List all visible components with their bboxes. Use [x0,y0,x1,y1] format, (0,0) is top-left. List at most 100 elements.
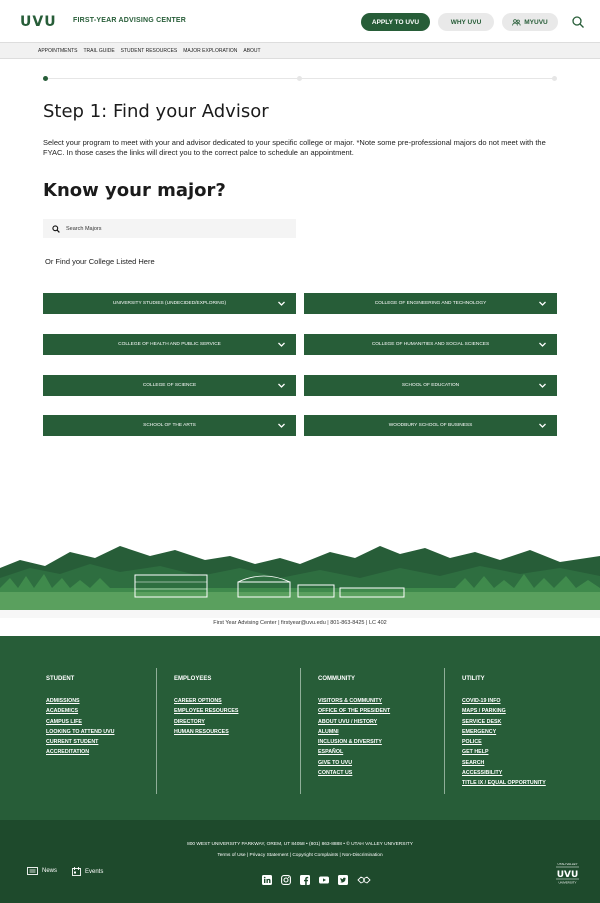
logo-bottom-text: UNIVERSITY [558,881,576,885]
footer-link[interactable]: EMERGENCY [462,727,546,737]
know-major-heading: Know your major? [43,180,226,201]
footer-link[interactable]: COVID-19 INFO [462,696,546,706]
footer-col-employees: EMPLOYEES CAREER OPTIONS EMPLOYEE RESOUR… [174,676,238,737]
user-group-icon [512,18,521,26]
search-majors[interactable] [43,219,296,238]
footer-heading: COMMUNITY [318,676,355,682]
events-link[interactable]: Events [72,867,103,876]
college-label: COLLEGE OF HEALTH AND PUBLIC SERVICE [118,342,221,347]
chevron-down-icon [539,383,546,388]
footer-link[interactable]: DIRECTORY [174,717,238,727]
college-label: SCHOOL OF THE ARTS [143,423,196,428]
footer-link[interactable]: ADMISSIONS [46,696,114,706]
events-label: Events [85,868,104,875]
linkedin-icon[interactable] [262,875,272,885]
myuvu-button[interactable]: MYUVU [502,13,558,31]
twitter-icon[interactable] [338,875,348,885]
chevron-down-icon [539,423,546,428]
step-description: Select your program to meet with your an… [43,138,546,157]
footer-link[interactable]: CAMPUS LIFE [46,717,114,727]
section-nav: APPOINTMENTS TRAIL GUIDE STUDENT RESOURC… [0,42,600,59]
news-link[interactable]: News [27,867,57,875]
footer-link[interactable]: CONTACT US [318,768,390,778]
site-name[interactable]: FIRST-YEAR ADVISING CENTER [73,17,186,24]
footer-link[interactable]: GET HELP [462,747,546,757]
footer-link[interactable]: SERVICE DESK [462,717,546,727]
college-label: SCHOOL OF EDUCATION [401,383,460,388]
progress-step-3[interactable] [552,76,557,81]
uvu-logo[interactable]: UVU [20,14,57,30]
footer-link[interactable]: GIVE TO UVU [318,758,390,768]
youtube-icon[interactable] [319,875,329,885]
logo-text: UVU [557,870,579,880]
footer-address: 800 WEST UNIVERSITY PARKWAY, OREM, UT 84… [187,842,413,847]
footer-link[interactable]: SEARCH [462,758,546,768]
school-arts[interactable]: SCHOOL OF THE ARTS [43,415,296,436]
footer-bottom: 800 WEST UNIVERSITY PARKWAY, OREM, UT 84… [0,820,600,903]
progress-step-1[interactable] [43,76,48,81]
footer-link[interactable]: ESPAÑOL [318,747,390,757]
footer-link[interactable]: LOOKING TO ATTEND UVU [46,727,114,737]
chevron-down-icon [278,383,285,388]
wolverine-icon[interactable] [357,875,371,885]
nav-student-resources[interactable]: STUDENT RESOURCES [121,48,178,54]
footer-link[interactable]: MAPS / PARKING [462,706,546,716]
search-icon [52,224,60,233]
college-label: WOODBURY SCHOOL OF BUSINESS [388,423,473,428]
logo-top-text: UTAH VALLEY [558,862,578,866]
news-label: News [42,868,58,874]
college-engineering-technology[interactable]: COLLEGE OF ENGINEERING AND TECHNOLOGY [304,293,557,314]
college-science[interactable]: COLLEGE OF SCIENCE [43,375,296,396]
footer-link[interactable]: ACADEMICS [46,706,114,716]
page-title: Step 1: Find your Advisor [43,101,269,122]
why-uvu-button[interactable]: WHY UVU [438,13,494,31]
footer-link[interactable]: TITLE IX / EQUAL OPPORTUNITY [462,778,546,788]
footer-divider [300,668,301,794]
chevron-down-icon [278,423,285,428]
footer-link[interactable]: HUMAN RESOURCES [174,727,238,737]
college-label: COLLEGE OF ENGINEERING AND TECHNOLOGY [374,301,487,306]
footer-legal-links[interactable]: Terms of Use | Privacy Statement | Copyr… [0,853,600,858]
college-university-studies[interactable]: UNIVERSITY STUDIES (UNDECIDED/EXPLORING) [43,293,296,314]
chevron-down-icon [539,301,546,306]
uvu-university-logo[interactable]: UTAH VALLEY UVU UNIVERSITY [555,861,580,885]
college-label: COLLEGE OF SCIENCE [142,383,197,388]
footer-divider [156,668,157,794]
footer-link[interactable]: VISITORS & COMMUNITY [318,696,390,706]
contact-info: First Year Advising Center | firstyear@u… [213,620,387,626]
footer-link[interactable]: ALUMNI [318,727,390,737]
nav-appointments[interactable]: APPOINTMENTS [38,48,77,54]
footer-heading: UTILITY [462,676,485,682]
footer-link[interactable]: CAREER OPTIONS [174,696,238,706]
nav-major-exploration[interactable]: MAJOR EXPLORATION [183,48,237,54]
facebook-icon[interactable] [300,875,310,885]
myuvu-label: MYUVU [524,18,548,26]
step-progress [43,76,557,81]
nav-about[interactable]: ABOUT [243,48,260,54]
footer-link[interactable]: EMPLOYEE RESOURCES [174,706,238,716]
footer-link[interactable]: ACCREDITATION [46,747,114,757]
footer-col-utility: UTILITY COVID-19 INFO MAPS / PARKING SER… [462,676,546,789]
progress-step-2[interactable] [297,76,302,81]
footer-link[interactable]: ACCESSIBILITY [462,768,546,778]
search-icon[interactable] [571,15,585,29]
school-education[interactable]: SCHOOL OF EDUCATION [304,375,557,396]
woodbury-school-business[interactable]: WOODBURY SCHOOL OF BUSINESS [304,415,557,436]
footer-link[interactable]: CURRENT STUDENT [46,737,114,747]
college-health-public-service[interactable]: COLLEGE OF HEALTH AND PUBLIC SERVICE [43,334,296,355]
apply-button[interactable]: APPLY TO UVU [361,13,430,31]
footer-heading: STUDENT [46,676,75,682]
chevron-down-icon [539,342,546,347]
college-humanities-social-sciences[interactable]: COLLEGE OF HUMANITIES AND SOCIAL SCIENCE… [304,334,557,355]
search-majors-input[interactable] [66,225,266,232]
footer-link[interactable]: POLICE [462,737,546,747]
mountain-landscape-illustration [0,546,600,618]
footer-link[interactable]: INCLUSION & DIVERSITY [318,737,390,747]
site-header: UVU FIRST-YEAR ADVISING CENTER APPLY TO … [0,0,600,42]
nav-trail-guide[interactable]: TRAIL GUIDE [83,48,114,54]
instagram-icon[interactable] [281,875,291,885]
footer-link[interactable]: OFFICE OF THE PRESIDENT [318,706,390,716]
newspaper-icon [27,867,38,875]
college-label: COLLEGE OF HUMANITIES AND SOCIAL SCIENCE… [371,342,490,347]
footer-link[interactable]: ABOUT UVU / HISTORY [318,717,390,727]
